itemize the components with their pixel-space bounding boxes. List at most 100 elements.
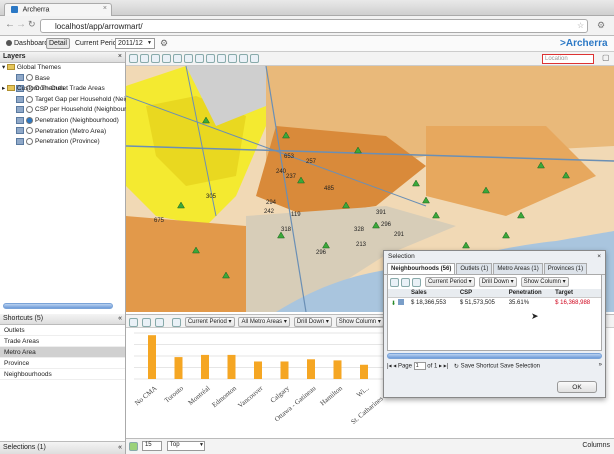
tab-provinces[interactable]: Provinces (1)	[543, 263, 588, 274]
pan-icon[interactable]	[129, 54, 138, 63]
drill-down-button[interactable]: Drill Down ▾	[293, 317, 332, 327]
chart-bar[interactable]	[227, 354, 236, 379]
browser-tab[interactable]: Archerra ×	[4, 3, 112, 16]
radio-button[interactable]	[26, 127, 33, 135]
chart-bar[interactable]	[254, 361, 262, 379]
chart-bar[interactable]	[333, 360, 342, 379]
columns-label[interactable]: Columns	[582, 442, 610, 449]
measure-icon[interactable]	[217, 54, 226, 63]
select-rect-icon[interactable]	[173, 54, 182, 63]
shortcut-item[interactable]: Province	[0, 358, 125, 369]
bar-chart-icon[interactable]	[401, 277, 410, 287]
next-page-icon[interactable]: ▸	[439, 364, 442, 370]
page-icon[interactable]	[239, 54, 248, 63]
wrench-icon[interactable]: ⚙	[597, 20, 605, 31]
print-icon[interactable]	[250, 54, 259, 63]
zoom-out-icon[interactable]	[151, 54, 160, 63]
filter-icon[interactable]	[154, 317, 164, 327]
radio-button[interactable]	[26, 95, 33, 103]
back-arrow-icon[interactable]	[171, 317, 181, 327]
col-target[interactable]: Target	[552, 289, 601, 298]
settings-gear-icon[interactable]: ⚙	[160, 38, 168, 49]
radio-button[interactable]	[26, 116, 33, 124]
ok-button[interactable]: OK	[557, 381, 597, 393]
chart-type-icon[interactable]	[129, 441, 138, 451]
back-icon[interactable]: ←	[5, 19, 15, 30]
col-penetration[interactable]: Penetration	[506, 289, 552, 298]
grid-view-icon[interactable]	[390, 277, 399, 287]
select-poly-icon[interactable]	[184, 54, 193, 63]
info-icon[interactable]	[228, 54, 237, 63]
url-field[interactable]: localhost/app/arrowmart/	[40, 19, 588, 33]
layers-scrollbar[interactable]	[3, 303, 113, 309]
tab-metro-areas[interactable]: Metro Areas (1)	[493, 263, 543, 274]
chart-bar[interactable]	[201, 354, 209, 379]
tab-neighbourhoods[interactable]: Neighbourhoods (56)	[387, 263, 456, 274]
layer-item[interactable]: CSP per Household (Neighbourhood)	[2, 105, 143, 116]
col-sales[interactable]: Sales	[408, 289, 457, 298]
map-layer-icon[interactable]	[206, 54, 215, 63]
expand-icon[interactable]: ▾	[2, 64, 5, 71]
current-period-select[interactable]: 2011/12 ▼	[115, 38, 155, 49]
zoom-select[interactable]: 15	[141, 441, 162, 451]
bookmark-star-icon[interactable]: ☆	[577, 21, 584, 30]
dialog-scrollbar[interactable]	[387, 353, 602, 359]
show-column-button[interactable]: Show Column ▾	[335, 317, 384, 327]
map-tool-icons[interactable]	[129, 54, 261, 63]
shortcut-item[interactable]: Outlets	[0, 325, 125, 336]
top-select[interactable]: Top ▼	[166, 441, 205, 451]
dialog-close-icon[interactable]: ×	[597, 253, 601, 260]
dialog-current-period-button[interactable]: Current Period ▾	[424, 277, 475, 287]
tab-close-icon[interactable]: ×	[103, 5, 107, 12]
dialog-show-column-button[interactable]: Show Column ▾	[520, 277, 569, 287]
current-period-button[interactable]: Current Period ▾	[184, 317, 235, 327]
layer-item[interactable]: Base	[2, 74, 125, 85]
layer-group-custom[interactable]: ▸ Custom Themes	[2, 84, 125, 95]
radio-button[interactable]	[26, 74, 33, 82]
maximize-icon[interactable]: ▢	[602, 53, 610, 62]
row-grid-icon[interactable]	[397, 299, 404, 305]
dialog-drill-down-button[interactable]: Drill Down ▾	[478, 277, 517, 287]
chart-bar[interactable]	[307, 359, 315, 379]
radio-button[interactable]	[26, 106, 33, 114]
dashboard-icon[interactable]	[6, 40, 12, 46]
last-page-icon[interactable]: ▸|	[444, 364, 449, 370]
chart-bar[interactable]	[280, 361, 289, 379]
shortcuts-collapse-icon[interactable]: «	[118, 315, 122, 322]
zoom-in-icon[interactable]	[140, 54, 149, 63]
location-search-input[interactable]: Location	[542, 54, 594, 64]
page-input[interactable]: 1	[413, 362, 426, 370]
selections-collapse-icon[interactable]: «	[118, 444, 122, 451]
layer-item[interactable]: Target Gap per Household (Neighbourh	[2, 95, 149, 106]
col-csp[interactable]: CSP	[457, 289, 506, 298]
all-metro-areas-button[interactable]: All Metro Areas ▾	[238, 317, 290, 327]
shortcut-item[interactable]: Neighbourhoods	[0, 369, 125, 380]
reload-icon[interactable]: ↻	[28, 19, 36, 30]
table-row[interactable]: ⬇ $ 18,366,553 $ 51,573,505 35.61% $ 16,…	[388, 298, 601, 309]
drill-arrow-icon[interactable]: ⬇	[391, 301, 396, 307]
save-shortcut-button[interactable]: Save Shortcut	[461, 364, 499, 370]
layers-close-icon[interactable]: ×	[118, 53, 122, 60]
forward-icon[interactable]: →	[16, 19, 26, 30]
radio-button[interactable]	[26, 137, 33, 145]
detail-button[interactable]: Detail	[46, 38, 70, 49]
save-selection-button[interactable]: Save Selection	[500, 364, 540, 370]
bar-chart-icon[interactable]	[141, 317, 151, 327]
chart-bar[interactable]	[148, 335, 156, 379]
zoom-box-icon[interactable]	[162, 54, 171, 63]
first-page-icon[interactable]: |◂	[387, 364, 392, 370]
shortcut-item[interactable]: Metro Area	[0, 347, 125, 358]
prev-page-icon[interactable]: ◂	[393, 364, 396, 370]
tab-outlets[interactable]: Outlets (1)	[456, 263, 493, 274]
expand-icon[interactable]: ▸	[2, 85, 5, 92]
grid-view-icon[interactable]	[129, 317, 138, 327]
chart-bar[interactable]	[174, 357, 183, 379]
layer-group-global[interactable]: ▾ Global Themes	[2, 63, 125, 74]
back-arrow-icon[interactable]	[412, 277, 421, 287]
layer-item[interactable]: Penetration (Province)	[2, 137, 125, 148]
more-icon[interactable]: »	[599, 362, 602, 368]
chart-bar[interactable]	[360, 364, 368, 379]
shortcut-item[interactable]: Trade Areas	[0, 336, 125, 347]
refresh-icon[interactable]: ↻	[454, 364, 459, 370]
dashboard-button[interactable]: Dashboard	[14, 40, 48, 47]
